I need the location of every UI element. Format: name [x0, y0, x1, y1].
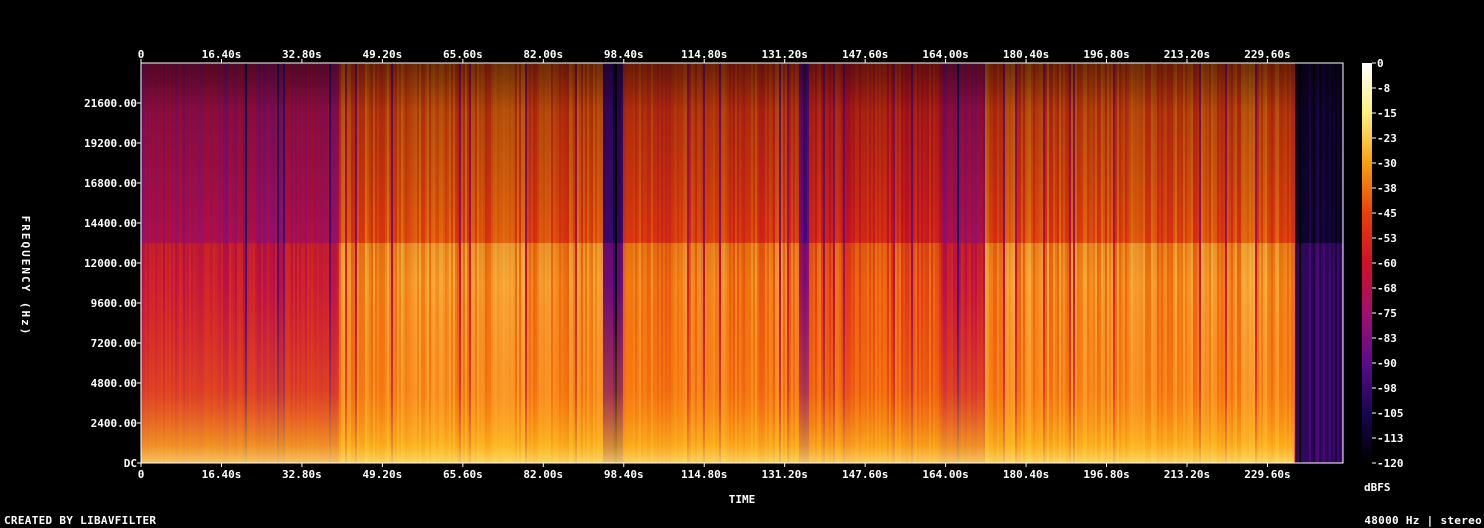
y-tick-label: 4800.00 [91, 377, 137, 390]
colorbar [1362, 63, 1372, 463]
x-tick-label-top: 147.60s [842, 48, 888, 61]
x-tick-label-bottom: 131.20s [762, 468, 808, 481]
footer-credit: CREATED BY LIBAVFILTER [4, 514, 157, 527]
x-tick-label-top: 0 [138, 48, 145, 61]
colorbar-tick-label: -45 [1377, 207, 1397, 220]
x-tick-label-bottom: 49.20s [363, 468, 403, 481]
x-tick-label-top: 196.80s [1083, 48, 1129, 61]
y-tick-label: 14400.00 [84, 217, 137, 230]
colorbar-tick-label: -105 [1377, 407, 1404, 420]
x-tick-label-bottom: 114.80s [681, 468, 727, 481]
colorbar-tick-label: -83 [1377, 332, 1397, 345]
x-axis-label: TIME [729, 493, 756, 506]
x-tick-label-bottom: 32.80s [282, 468, 322, 481]
colorbar-tick-label: -30 [1377, 157, 1397, 170]
x-tick-label-top: 131.20s [762, 48, 808, 61]
y-tick-label: 2400.00 [91, 417, 137, 430]
y-tick-label: 16800.00 [84, 177, 137, 190]
x-tick-label-top: 32.80s [282, 48, 322, 61]
y-tick-label: 12000.00 [84, 257, 137, 270]
x-tick-label-bottom: 0 [138, 468, 145, 481]
colorbar-tick-label: -75 [1377, 307, 1397, 320]
y-tick-label: 7200.00 [91, 337, 137, 350]
x-tick-label-top: 49.20s [363, 48, 403, 61]
colorbar-tick-label: -120 [1377, 457, 1404, 470]
colorbar-ticks: 0 -8 -15 -23 -30 -38 -45 -53 -60 -68 -75 -83 -90 -98 -… [1372, 57, 1404, 470]
y-axis-label: FREQUENCY (Hz) [19, 216, 32, 337]
x-tick-label-bottom: 65.60s [443, 468, 483, 481]
x-tick-label-top: 98.40s [604, 48, 644, 61]
x-tick-label-top: 65.60s [443, 48, 483, 61]
colorbar-tick-label: 0 [1377, 57, 1384, 70]
x-tick-label-bottom: 196.80s [1083, 468, 1129, 481]
x-tick-label-bottom: 147.60s [842, 468, 888, 481]
colorbar-tick-label: -53 [1377, 232, 1397, 245]
low-frequency-energy [141, 283, 1294, 463]
x-tick-label-top: 213.20s [1164, 48, 1210, 61]
y-tick-label: 9600.00 [91, 297, 137, 310]
colorbar-tick-label: -8 [1377, 82, 1390, 95]
spectrogram-chart: 0 0 16.40s 16.40s 32.80s 32.80s 49.20s 49.20s 65… [19, 48, 1404, 506]
y-tick-label: DC [124, 457, 137, 470]
colorbar-tick-label: -90 [1377, 357, 1397, 370]
x-tick-label-bottom: 16.40s [202, 468, 242, 481]
y-tick-label: 19200.00 [84, 137, 137, 150]
colorbar-tick-label: -60 [1377, 257, 1397, 270]
x-tick-label-bottom: 164.00s [922, 468, 968, 481]
y-axis: DC 2400.00 4800.00 7200.00 9600.00 12000.00 14… [84, 97, 141, 470]
colorbar-tick-label: -23 [1377, 132, 1397, 145]
x-tick-label-bottom: 229.60s [1244, 468, 1290, 481]
spectrogram-plot-area [141, 63, 1343, 463]
x-tick-label-bottom: 213.20s [1164, 468, 1210, 481]
footer-audio-info: 48000 Hz | stereo [1364, 514, 1482, 527]
y-tick-label: 21600.00 [84, 97, 137, 110]
colorbar-tick-label: -113 [1377, 432, 1404, 445]
colorbar-tick-label: -68 [1377, 282, 1397, 295]
x-tick-label-bottom: 180.40s [1003, 468, 1049, 481]
colorbar-tick-label: -15 [1377, 107, 1397, 120]
x-tick-label-top: 164.00s [922, 48, 968, 61]
x-tick-label-top: 180.40s [1003, 48, 1049, 61]
x-tick-label-top: 229.60s [1244, 48, 1290, 61]
colorbar-label: dBFS [1364, 481, 1391, 494]
x-tick-label-top: 16.40s [202, 48, 242, 61]
x-tick-label-top: 114.80s [681, 48, 727, 61]
x-tick-label-bottom: 98.40s [604, 468, 644, 481]
colorbar-tick-label: -98 [1377, 382, 1397, 395]
x-tick-label-top: 82.00s [523, 48, 563, 61]
colorbar-tick-label: -38 [1377, 182, 1397, 195]
x-tick-label-bottom: 82.00s [523, 468, 563, 481]
